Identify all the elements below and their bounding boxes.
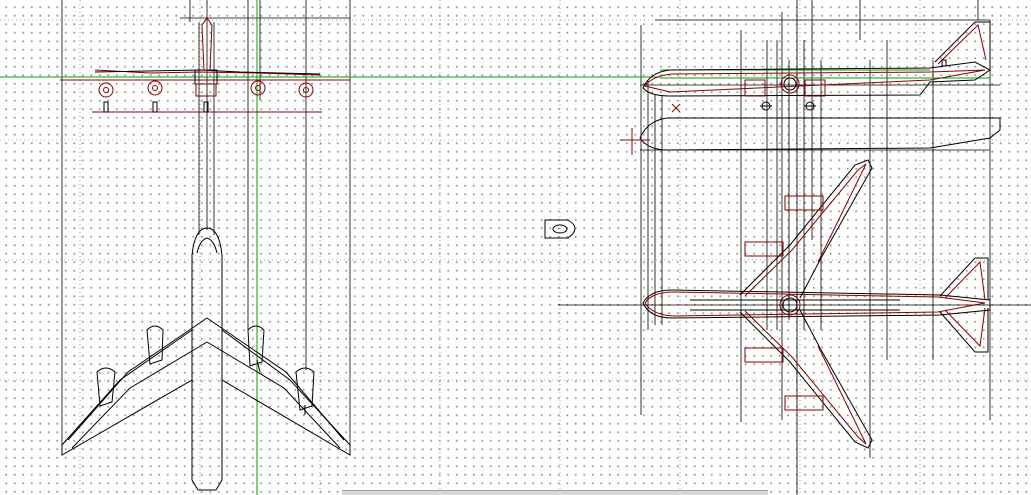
front-view-model — [60, 17, 350, 113]
axis-guides — [0, 0, 990, 495]
reference-lines — [61, 0, 1031, 495]
plan-view-right-model — [642, 159, 991, 449]
plan-view-model — [61, 227, 351, 491]
horizontal-scrollbar[interactable] — [342, 490, 768, 495]
modeling-viewport[interactable] — [0, 0, 1031, 495]
fuselage-profile — [620, 117, 1001, 155]
blueprint-canvas[interactable] — [0, 0, 1031, 495]
major-grid — [0, 0, 1031, 495]
side-view-model — [642, 21, 991, 113]
